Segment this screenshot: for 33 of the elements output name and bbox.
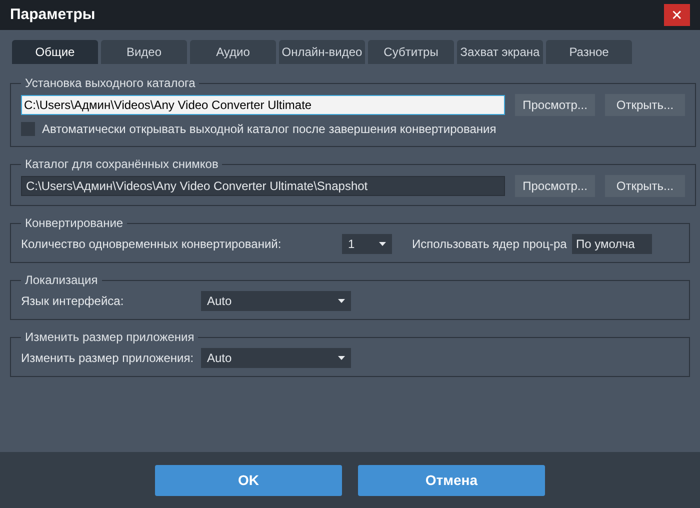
field-label: Изменить размер приложения: bbox=[21, 350, 195, 367]
tab[interactable]: Субтитры bbox=[368, 40, 454, 64]
browse-button[interactable]: Открыть... bbox=[605, 175, 685, 197]
dropdown[interactable]: По умолча bbox=[572, 234, 652, 254]
dropdown[interactable]: 1 bbox=[342, 234, 392, 254]
field-label: Количество одновременных конвертирований: bbox=[21, 236, 282, 253]
tab[interactable]: Аудио bbox=[190, 40, 276, 64]
field-label: Язык интерфейса: bbox=[21, 293, 125, 310]
section-title: Изменить размер приложения bbox=[24, 329, 196, 346]
section-title: Локализация bbox=[24, 272, 99, 289]
tab[interactable]: Разное bbox=[546, 40, 632, 64]
caret-icon bbox=[338, 356, 345, 360]
tab[interactable]: Онлайн-видео bbox=[279, 40, 365, 64]
window-title: Параметры bbox=[10, 4, 96, 25]
path-field[interactable]: C:\Users\Админ\Videos\Any Video Converter Ultimate\Snapshot bbox=[21, 176, 505, 196]
field-label: Использовать ядер проц-ра bbox=[412, 236, 568, 253]
browse-button[interactable]: Открыть... bbox=[605, 94, 685, 116]
section-title: Конвертирование bbox=[24, 215, 124, 232]
browse-button[interactable]: Просмотр... bbox=[515, 175, 595, 197]
checkbox[interactable] bbox=[21, 122, 35, 136]
checkbox-label: Автоматически открывать выходной каталог после завершения конвертирования bbox=[42, 121, 496, 138]
dropdown[interactable]: Auto bbox=[201, 348, 351, 368]
browse-button[interactable]: Просмотр... bbox=[515, 94, 595, 116]
dropdown[interactable]: Auto bbox=[201, 291, 351, 311]
section-title: Установка выходного каталога bbox=[24, 75, 196, 92]
close-button[interactable]: ✕ bbox=[664, 4, 690, 26]
path-field[interactable]: C:\Users\Админ\Videos\Any Video Converter Ultimate bbox=[21, 95, 505, 115]
tab[interactable]: Захват экрана bbox=[457, 40, 543, 64]
tab[interactable]: Общие bbox=[12, 40, 98, 64]
tab[interactable]: Видео bbox=[101, 40, 187, 64]
caret-icon bbox=[338, 299, 345, 303]
caret-icon bbox=[379, 242, 386, 246]
section-title: Каталог для сохранённых снимков bbox=[24, 156, 220, 173]
